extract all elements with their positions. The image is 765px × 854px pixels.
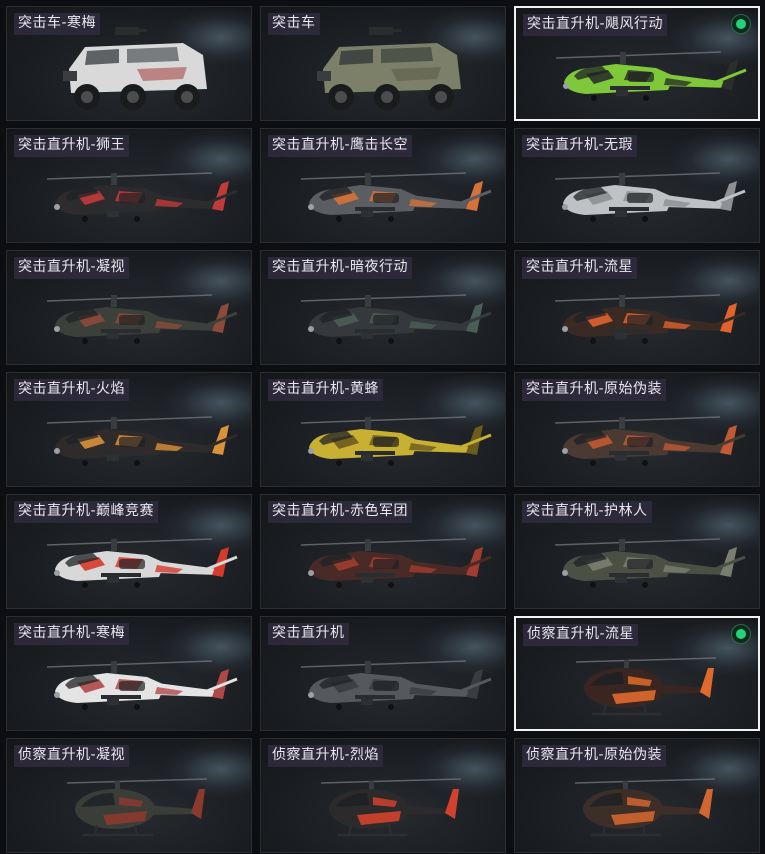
skin-name-label: 突击直升机-赤色军团 <box>268 501 413 523</box>
skin-name-label: 突击直升机-寒梅 <box>14 623 130 645</box>
attack-helicopter <box>300 538 492 588</box>
scout-helicopter <box>575 657 717 716</box>
skin-name-label: 突击车-寒梅 <box>14 13 101 35</box>
attack-helicopter <box>555 51 747 101</box>
skin-card[interactable]: 突击直升机-暗夜行动 <box>260 250 506 365</box>
skin-name-label: 突击直升机-火焰 <box>14 379 130 401</box>
attack-helicopter <box>300 294 492 344</box>
skin-name-label: 突击直升机 <box>268 623 349 645</box>
skin-card[interactable]: 侦察直升机-凝视 <box>6 738 252 853</box>
equipped-indicator-icon <box>732 15 750 33</box>
scout-helicopter <box>574 778 716 837</box>
attack-helicopter <box>300 660 492 710</box>
skin-name-label: 突击直升机-飓风行动 <box>523 14 668 36</box>
skin-name-label: 突击直升机-鹰击长空 <box>268 135 413 157</box>
skin-card[interactable]: 突击直升机-原始伪装 <box>514 372 760 487</box>
skin-name-label: 突击直升机-护林人 <box>522 501 652 523</box>
skin-name-label: 突击直升机-无瑕 <box>522 135 638 157</box>
attack-helicopter <box>46 172 238 222</box>
skin-card[interactable]: 突击直升机-寒梅 <box>6 616 252 731</box>
attack-helicopter <box>300 416 492 466</box>
skin-card[interactable]: 突击车 <box>260 6 506 121</box>
skin-card[interactable]: 突击直升机-凝视 <box>6 250 252 365</box>
attack-helicopter <box>46 660 238 710</box>
skin-card[interactable]: 突击直升机-火焰 <box>6 372 252 487</box>
skin-card[interactable]: 突击直升机-流星 <box>514 250 760 365</box>
attack-helicopter <box>46 294 238 344</box>
skin-card[interactable]: 突击直升机-黄蜂 <box>260 372 506 487</box>
skin-card[interactable]: 侦察直升机-烈焰 <box>260 738 506 853</box>
skin-name-label: 侦察直升机-原始伪装 <box>522 745 667 767</box>
skin-card[interactable]: 突击直升机-巅峰竞赛 <box>6 494 252 609</box>
attack-helicopter <box>46 416 238 466</box>
skin-card[interactable]: 突击直升机-鹰击长空 <box>260 128 506 243</box>
attack-helicopter <box>554 172 746 222</box>
skin-name-label: 突击直升机-暗夜行动 <box>268 257 413 279</box>
skin-card[interactable]: 侦察直升机-流星 <box>514 616 760 731</box>
equipped-indicator-icon <box>732 625 750 643</box>
attack-helicopter <box>554 416 746 466</box>
scout-helicopter <box>66 778 208 837</box>
skin-card[interactable]: 突击直升机-无瑕 <box>514 128 760 243</box>
skin-name-label: 侦察直升机-流星 <box>523 624 639 646</box>
skin-name-label: 侦察直升机-凝视 <box>14 745 130 767</box>
skin-name-label: 侦察直升机-烈焰 <box>268 745 384 767</box>
skin-card[interactable]: 突击直升机 <box>260 616 506 731</box>
skin-card[interactable]: 突击直升机-飓风行动 <box>514 6 760 121</box>
skin-name-label: 突击直升机-流星 <box>522 257 638 279</box>
scout-helicopter <box>320 778 462 837</box>
armored-vehicle <box>317 27 461 110</box>
skin-card[interactable]: 突击直升机-赤色军团 <box>260 494 506 609</box>
skin-card[interactable]: 突击直升机-狮王 <box>6 128 252 243</box>
skin-name-label: 突击直升机-巅峰竞赛 <box>14 501 159 523</box>
skin-name-label: 突击直升机-凝视 <box>14 257 130 279</box>
armored-vehicle <box>63 27 207 110</box>
attack-helicopter <box>46 538 238 588</box>
skin-card[interactable]: 突击车-寒梅 <box>6 6 252 121</box>
attack-helicopter <box>300 172 492 222</box>
skin-name-label: 突击直升机-黄蜂 <box>268 379 384 401</box>
skin-card[interactable]: 突击直升机-护林人 <box>514 494 760 609</box>
skin-name-label: 突击直升机-狮王 <box>14 135 130 157</box>
attack-helicopter <box>554 538 746 588</box>
skin-name-label: 突击直升机-原始伪装 <box>522 379 667 401</box>
skin-card[interactable]: 侦察直升机-原始伪装 <box>514 738 760 853</box>
skin-grid: 突击车-寒梅 突击车 突击直升机-飓风行动 突击直升机-狮王 突击直升机-鹰击长空 突击直… <box>0 0 765 854</box>
attack-helicopter <box>554 294 746 344</box>
skin-name-label: 突击车 <box>268 13 320 35</box>
